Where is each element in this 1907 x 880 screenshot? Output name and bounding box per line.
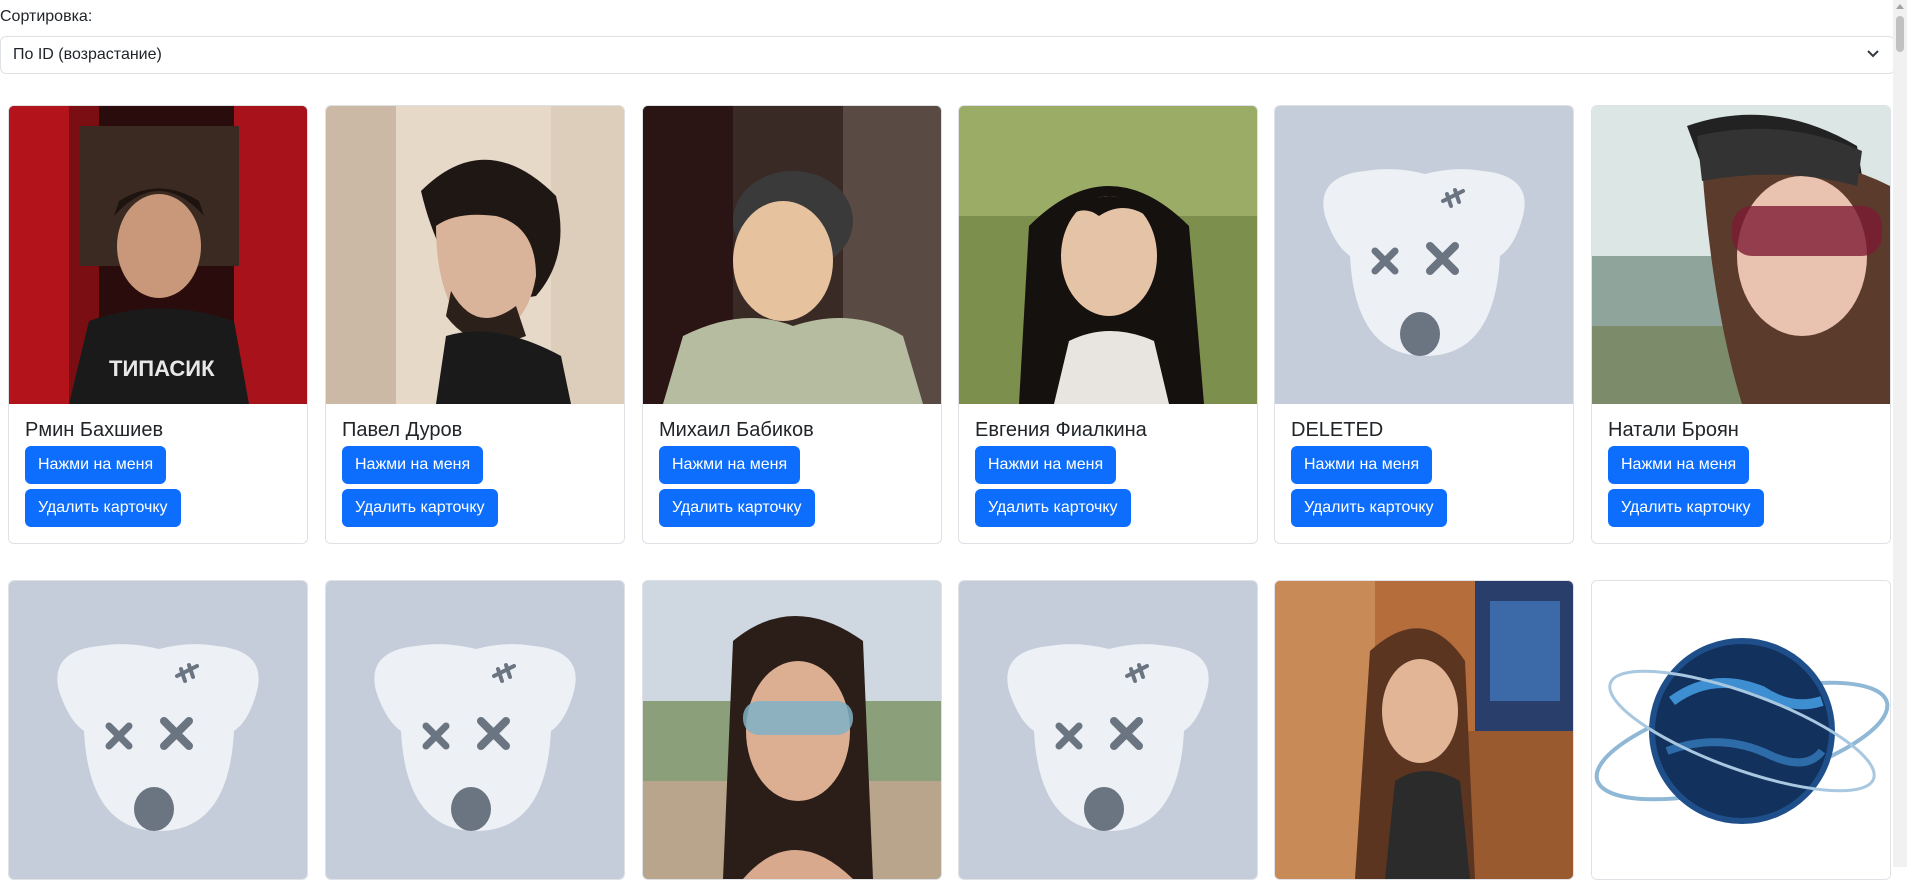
user-photo bbox=[643, 581, 941, 879]
user-card: Павел Дуров Нажми на меня Удалить карточ… bbox=[325, 105, 625, 544]
deleted-dog-icon bbox=[326, 581, 624, 879]
svg-text:ТИПАСИК: ТИПАСИК bbox=[109, 356, 215, 381]
click-me-button[interactable]: Нажми на меня bbox=[1608, 446, 1750, 484]
card-title: Михаил Бабиков bbox=[659, 419, 814, 441]
delete-card-button[interactable]: Удалить карточку bbox=[1608, 489, 1764, 527]
delete-card-button[interactable]: Удалить карточку bbox=[25, 489, 181, 527]
user-card bbox=[1591, 580, 1891, 880]
user-photo bbox=[326, 106, 624, 404]
user-card bbox=[958, 580, 1258, 880]
user-card: ТИПАСИК Рмин Бахшиев Нажми на меня Удали… bbox=[8, 105, 308, 544]
user-card: Михаил Бабиков Нажми на меня Удалить кар… bbox=[642, 105, 942, 544]
user-photo bbox=[1592, 581, 1890, 879]
user-photo bbox=[1275, 581, 1573, 879]
user-card bbox=[8, 580, 308, 880]
user-card bbox=[642, 580, 942, 880]
user-photo bbox=[959, 106, 1257, 404]
user-card: Евгения Фиалкина Нажми на меня Удалить к… bbox=[958, 105, 1258, 544]
page-scrollbar[interactable] bbox=[1893, 0, 1907, 867]
chevron-down-icon bbox=[1867, 50, 1879, 58]
click-me-button[interactable]: Нажми на меня bbox=[659, 446, 801, 484]
user-photo: ТИПАСИК bbox=[9, 106, 307, 404]
user-card: Натали Броян Нажми на меня Удалить карто… bbox=[1591, 105, 1891, 544]
user-photo bbox=[1592, 106, 1890, 404]
scrollbar-thumb[interactable] bbox=[1896, 16, 1904, 52]
scroll-up-arrow-icon[interactable] bbox=[1896, 4, 1904, 9]
delete-card-button[interactable]: Удалить карточку bbox=[975, 489, 1131, 527]
card-title: Рмин Бахшиев bbox=[25, 419, 164, 441]
deleted-dog-icon bbox=[959, 581, 1257, 879]
sort-select-value: По ID (возрастание) bbox=[13, 46, 162, 63]
delete-card-button[interactable]: Удалить карточку bbox=[659, 489, 815, 527]
card-title: DELETED bbox=[1291, 419, 1384, 441]
user-card: DELETED Нажми на меня Удалить карточку bbox=[1274, 105, 1574, 544]
user-card bbox=[1274, 580, 1574, 880]
click-me-button[interactable]: Нажми на меня bbox=[975, 446, 1117, 484]
card-title: Павел Дуров bbox=[342, 419, 463, 441]
user-photo bbox=[643, 106, 941, 404]
click-me-button[interactable]: Нажми на меня bbox=[25, 446, 167, 484]
click-me-button[interactable]: Нажми на меня bbox=[1291, 446, 1433, 484]
delete-card-button[interactable]: Удалить карточку bbox=[1291, 489, 1447, 527]
card-title: Натали Броян bbox=[1608, 419, 1739, 441]
sort-select[interactable]: По ID (возрастание) bbox=[0, 36, 1895, 74]
deleted-dog-icon bbox=[1275, 106, 1573, 404]
card-title: Евгения Фиалкина bbox=[975, 419, 1147, 441]
user-card bbox=[325, 580, 625, 880]
delete-card-button[interactable]: Удалить карточку bbox=[342, 489, 498, 527]
sort-label: Сортировка: bbox=[0, 8, 93, 25]
deleted-dog-icon bbox=[9, 581, 307, 879]
click-me-button[interactable]: Нажми на меня bbox=[342, 446, 484, 484]
